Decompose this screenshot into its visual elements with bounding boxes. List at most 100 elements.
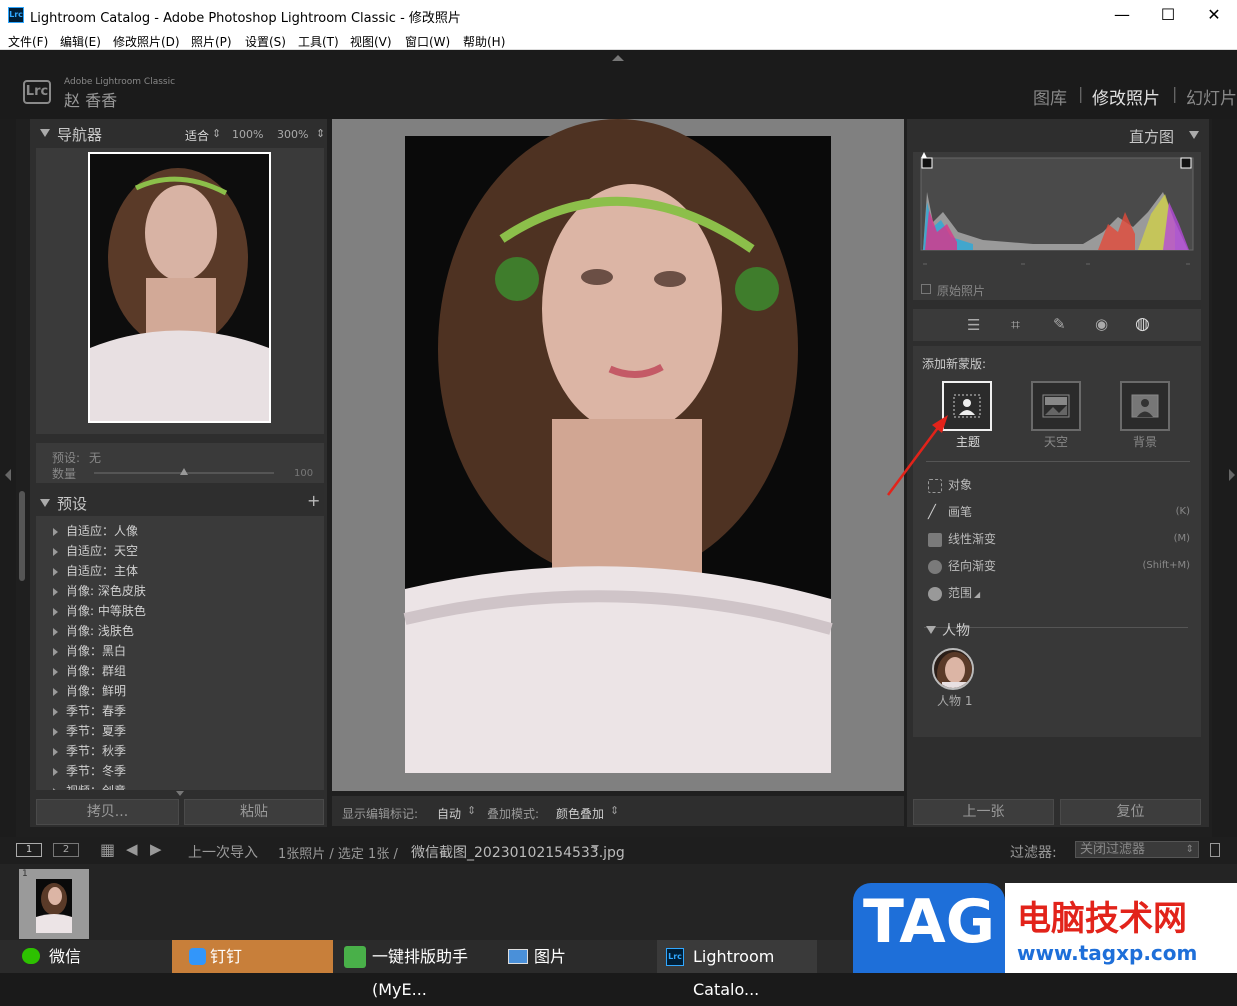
previous-button[interactable]: 上一张 xyxy=(913,799,1054,825)
presets-list: 自适应：人像 自适应：天空 自适应：主体 肖像: 深色皮肤 肖像: 中等肤色 肖像: 浅肤… xyxy=(36,516,324,790)
overlay-chevron-icon[interactable]: ⇕ xyxy=(610,804,619,817)
menu-window[interactable]: 窗口(W) xyxy=(405,33,450,50)
presets-collapse-icon[interactable] xyxy=(40,499,50,507)
filter-select[interactable]: 关闭过滤器 ⇕ xyxy=(1075,841,1199,858)
forward-arrow-icon[interactable]: ▶ xyxy=(150,840,162,858)
filmstrip-thumbnail[interactable]: 1 xyxy=(19,869,89,939)
module-slideshow[interactable]: 幻灯片 xyxy=(1186,84,1237,109)
zoom-fit-chevron-icon[interactable]: ⇕ xyxy=(212,127,221,140)
filmstrip-source[interactable]: 上一次导入 xyxy=(188,842,258,862)
reset-button[interactable]: 复位 xyxy=(1060,799,1201,825)
background-mask-icon xyxy=(1131,394,1159,418)
zoom-300[interactable]: 300% xyxy=(277,128,308,141)
collapse-right-icon[interactable] xyxy=(1229,469,1235,481)
left-scrollbar[interactable] xyxy=(19,491,25,581)
add-preset-icon[interactable]: + xyxy=(307,491,320,510)
navigator-title: 导航器 xyxy=(57,126,103,144)
tool-brush[interactable]: ╱ 画笔 xyxy=(928,503,972,520)
collapse-left-icon[interactable] xyxy=(5,469,11,481)
task-wechat[interactable]: 微信 xyxy=(0,940,172,973)
menu-settings[interactable]: 设置(S) xyxy=(245,33,286,50)
tool-strip: ☰ ⌗ ✎ ◉ ◍ xyxy=(913,309,1201,341)
filter-lock-icon[interactable] xyxy=(1210,843,1220,857)
range-submenu-icon: ◢ xyxy=(974,590,981,599)
histogram-graph xyxy=(920,152,1194,265)
lrc-logo: Lrc xyxy=(23,80,51,104)
filmstrip-count: 1张照片 / 选定 1张 / xyxy=(278,847,398,862)
crop-icon[interactable]: ⌗ xyxy=(1011,315,1020,335)
tool-range[interactable]: 范围 ◢ xyxy=(928,584,980,601)
preset-item[interactable]: 肖像：群组 xyxy=(53,662,126,679)
secondary-window-button[interactable]: 2 xyxy=(53,843,79,857)
zoom-fit[interactable]: 适合 xyxy=(185,127,209,144)
preset-item[interactable]: 自适应：人像 xyxy=(53,522,138,539)
menu-tools[interactable]: 工具(T) xyxy=(298,33,339,50)
maximize-button[interactable]: ☐ xyxy=(1145,0,1191,30)
main-canvas[interactable] xyxy=(332,119,904,791)
masking-icon[interactable]: ◍ xyxy=(1135,314,1150,334)
task-lightroom[interactable]: Lrc Lightroom Catalo... xyxy=(657,940,817,999)
preset-item[interactable]: 季节：夏季 xyxy=(53,722,126,739)
mask-sky-button[interactable] xyxy=(1031,381,1081,431)
task-myeditor[interactable]: 一键排版助手(MyE... xyxy=(340,940,500,999)
healing-bandage-icon[interactable]: ✎ xyxy=(1053,315,1066,333)
module-develop[interactable]: 修改照片 xyxy=(1092,84,1160,109)
expand-triangle-icon xyxy=(53,727,58,736)
preset-item[interactable]: 季节：秋季 xyxy=(53,742,126,759)
preset-item[interactable]: 视频：创意 xyxy=(53,782,126,790)
grid-view-icon[interactable]: ▦ xyxy=(100,840,115,859)
preset-item[interactable]: 季节：冬季 xyxy=(53,762,126,779)
tag-logo-text: TAG xyxy=(863,887,995,957)
show-edit-chevron-icon[interactable]: ⇕ xyxy=(467,804,476,817)
menu-file[interactable]: 文件(F) xyxy=(8,33,48,50)
preset-item[interactable]: 季节：春季 xyxy=(53,702,126,719)
task-photos[interactable]: 图片 xyxy=(500,940,655,973)
filter-chevron-icon: ⇕ xyxy=(1185,844,1194,855)
red-eye-icon[interactable]: ◉ xyxy=(1095,315,1108,333)
preset-item[interactable]: 肖像：黑白 xyxy=(53,642,126,659)
people-collapse-icon[interactable] xyxy=(926,626,936,634)
navigator-preview[interactable] xyxy=(36,148,324,434)
zoom-100[interactable]: 100% xyxy=(232,128,263,141)
preset-item[interactable]: 自适应：天空 xyxy=(53,542,138,559)
copy-settings-button[interactable]: 拷贝... xyxy=(36,799,179,825)
tool-object[interactable]: 对象 xyxy=(928,476,972,493)
menu-develop[interactable]: 修改照片(D) xyxy=(113,33,180,50)
person-1-avatar[interactable] xyxy=(932,648,974,690)
filename-dropdown-icon[interactable] xyxy=(591,845,599,850)
preset-item[interactable]: 肖像: 深色皮肤 xyxy=(53,582,146,599)
show-edit-pins-label: 显示编辑标记: xyxy=(342,807,419,821)
navigator-collapse-icon[interactable] xyxy=(40,129,50,137)
main-window-button[interactable]: 1 xyxy=(16,843,42,857)
dingtalk-icon xyxy=(189,948,206,965)
module-divider: | xyxy=(1078,84,1084,103)
preset-item[interactable]: 肖像：鲜明 xyxy=(53,682,126,699)
histogram-collapse-icon[interactable] xyxy=(1189,131,1199,139)
task-dingtalk[interactable]: 钉钉 xyxy=(172,940,333,973)
module-library[interactable]: 图库 xyxy=(1033,84,1067,109)
presets-title: 预设 xyxy=(57,495,88,513)
zoom-more-chevron-icon[interactable]: ⇕ xyxy=(316,127,325,140)
collapse-top-icon[interactable] xyxy=(612,55,624,61)
mask-background-button[interactable] xyxy=(1120,381,1170,431)
menu-view[interactable]: 视图(V) xyxy=(350,33,392,50)
close-button[interactable]: ✕ xyxy=(1191,0,1237,30)
lightroom-app: Lrc Adobe Lightroom Classic 赵 香香 图库 | 修改… xyxy=(0,51,1237,940)
preset-item[interactable]: 自适应：主体 xyxy=(53,562,138,579)
tool-radial-gradient[interactable]: 径向渐变 xyxy=(928,557,996,574)
menu-help[interactable]: 帮助(H) xyxy=(463,33,505,50)
paste-settings-button[interactable]: 粘贴 xyxy=(184,799,324,825)
expand-triangle-icon xyxy=(53,567,58,576)
amount-slider-thumb[interactable] xyxy=(180,468,188,475)
edit-sliders-icon[interactable]: ☰ xyxy=(967,316,980,334)
tool-linear-gradient[interactable]: 线性渐变 xyxy=(928,530,996,547)
original-photo-checkbox[interactable] xyxy=(921,284,931,294)
menu-photo[interactable]: 照片(P) xyxy=(191,33,232,50)
back-arrow-icon[interactable]: ◀ xyxy=(126,840,138,858)
preset-item[interactable]: 肖像: 浅肤色 xyxy=(53,622,134,639)
show-edit-pins-select[interactable]: 自动 xyxy=(437,805,461,822)
preset-item[interactable]: 肖像: 中等肤色 xyxy=(53,602,146,619)
minimize-button[interactable]: — xyxy=(1099,0,1145,30)
overlay-mode-select[interactable]: 颜色叠加 xyxy=(556,805,604,822)
menu-edit[interactable]: 编辑(E) xyxy=(60,33,101,50)
